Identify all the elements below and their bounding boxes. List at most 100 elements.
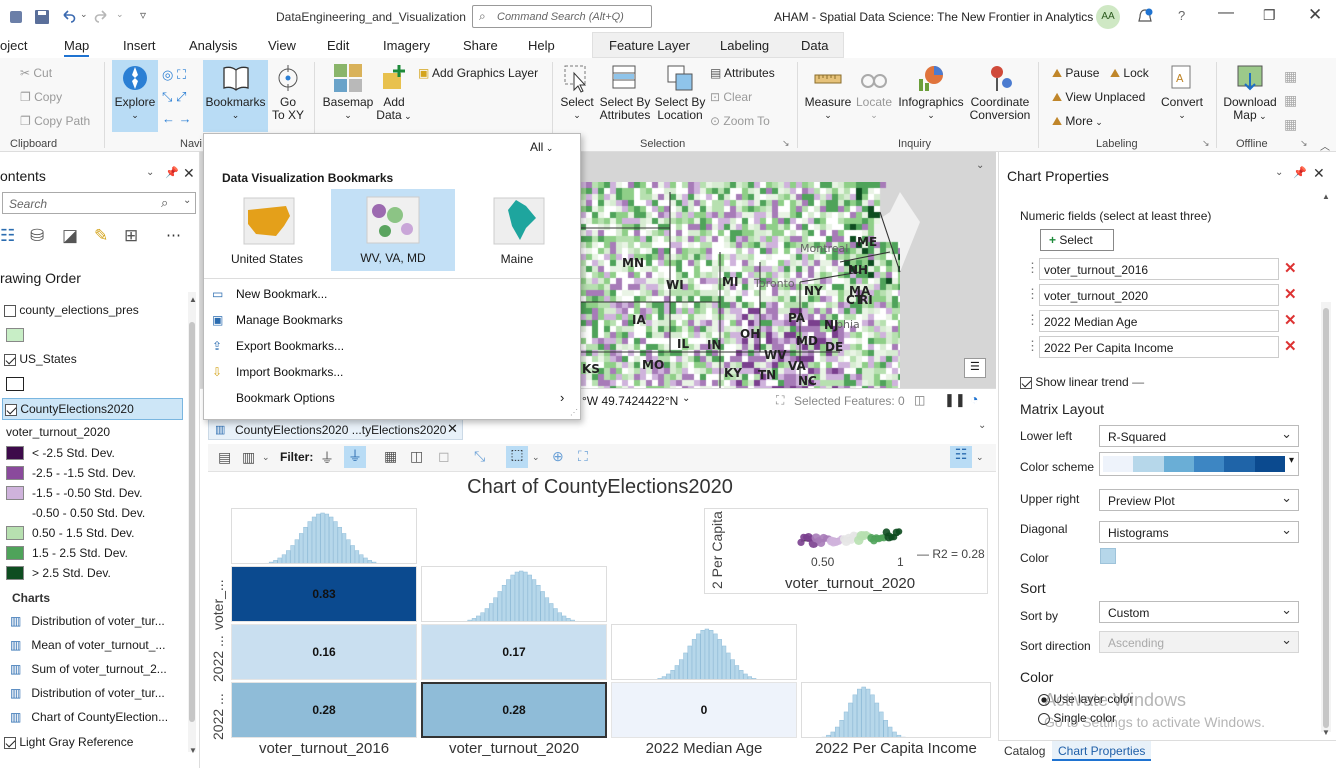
coordinate-format-dropdown-icon[interactable]: ⌄ xyxy=(682,393,690,404)
pause-drawing-icon[interactable]: ❚❚ xyxy=(944,392,966,408)
full-extent-chart-icon[interactable]: ⛶ xyxy=(578,448,588,465)
layer-row[interactable]: county_elections_pres xyxy=(4,303,139,317)
notification-icon[interactable] xyxy=(1136,8,1154,26)
r-squared-cell[interactable]: 0.16 xyxy=(231,624,417,680)
tab-map[interactable]: Map xyxy=(64,38,90,57)
upper-right-select[interactable]: Preview Plot xyxy=(1099,489,1299,511)
scroll-down-icon[interactable]: ▼ xyxy=(189,746,197,755)
legend-swatch[interactable] xyxy=(6,526,24,540)
show-trend-row[interactable]: Show linear trend — xyxy=(1020,375,1144,389)
close-pane-icon[interactable]: ✕ xyxy=(183,165,195,182)
download-map-button[interactable]: Download Map ⌄ xyxy=(1220,60,1280,132)
chart-view-dropdown-icon[interactable]: ⌄ xyxy=(978,420,986,431)
bookmark-united-states[interactable]: United States xyxy=(210,190,324,272)
chart-list-item[interactable]: ▥ Distribution of voter_tur... xyxy=(10,614,165,628)
measure-button[interactable]: Measure ⌄ xyxy=(803,60,853,132)
layer-checkbox[interactable] xyxy=(4,736,16,749)
more-labeling-button[interactable]: ⛰ More ⌄ xyxy=(1052,114,1103,129)
add-chart-icon[interactable]: ▥ xyxy=(242,449,255,466)
scroll-down-icon[interactable]: ▼ xyxy=(1322,728,1330,737)
field-item[interactable]: voter_turnout_2020 xyxy=(1039,284,1279,306)
histogram-voter-turnout-2016[interactable] xyxy=(231,508,417,564)
select-by-attributes-button[interactable]: Select By Attributes xyxy=(597,60,653,132)
list-by-snapping-icon[interactable]: ⊞ xyxy=(124,226,138,246)
scrollbar-thumb[interactable] xyxy=(189,322,195,722)
locate-button[interactable]: Locate ⌄ xyxy=(854,60,894,132)
selection-launcher-icon[interactable]: ↘ xyxy=(782,138,790,149)
overview-icon[interactable]: ☰ xyxy=(964,358,986,378)
cut-button[interactable]: ✂ Cut xyxy=(20,66,52,80)
r-squared-cell[interactable]: 0.17 xyxy=(421,624,607,680)
switch-selection-icon[interactable]: ◫ xyxy=(410,448,423,465)
show-trend-checkbox[interactable] xyxy=(1020,376,1032,389)
color-scheme-select[interactable]: ▾ xyxy=(1099,452,1299,476)
tab-edit[interactable]: Edit xyxy=(327,38,349,53)
remove-field-icon[interactable]: ✕ xyxy=(1284,285,1297,303)
go-to-xy-button[interactable]: Go To XY xyxy=(270,60,306,132)
save-icon[interactable] xyxy=(34,9,50,25)
close-pane-icon[interactable]: ✕ xyxy=(1313,165,1325,182)
legend-swatch[interactable] xyxy=(6,466,24,480)
tab-view[interactable]: View xyxy=(268,38,296,53)
basemap-button[interactable]: Basemap ⌄ xyxy=(320,60,376,132)
minimize-icon[interactable]: — xyxy=(1218,4,1234,22)
sort-direction-select[interactable]: Ascending xyxy=(1099,631,1299,653)
chart-list-item[interactable]: ▥ Mean of voter_turnout_... xyxy=(10,638,165,652)
remove-field-icon[interactable]: ✕ xyxy=(1284,259,1297,277)
select-fields-button[interactable]: + Select xyxy=(1040,229,1114,251)
pane-options-icon[interactable]: ⌄ xyxy=(146,167,154,178)
clear-button[interactable]: ⊡ Clear xyxy=(710,90,752,104)
tab-project[interactable]: oject xyxy=(0,38,27,53)
manage-bookmarks-item[interactable]: ▣ Manage Bookmarks xyxy=(204,312,580,334)
lower-left-select[interactable]: R-Squared xyxy=(1099,425,1299,447)
list-by-editing-icon[interactable]: ✎ xyxy=(94,226,108,246)
infographics-button[interactable]: Infographics ⌄ xyxy=(896,60,966,132)
layer-symbol[interactable] xyxy=(6,328,24,342)
list-by-drawing-order-icon[interactable]: ☷ xyxy=(0,226,15,246)
undo-icon[interactable] xyxy=(60,9,76,25)
layer-checkbox[interactable] xyxy=(4,353,16,366)
properties-scrollbar[interactable] xyxy=(1321,302,1331,732)
scroll-up-icon[interactable]: ▲ xyxy=(189,295,197,304)
list-by-source-icon[interactable]: ⛁ xyxy=(30,226,44,246)
bookmark-filter[interactable]: All ⌄ xyxy=(530,140,553,154)
legend-swatch[interactable] xyxy=(6,486,24,500)
tab-data[interactable]: Data xyxy=(801,38,828,53)
r-squared-cell[interactable]: 0.83 xyxy=(231,566,417,622)
histogram-median-age[interactable] xyxy=(611,624,797,680)
tab-help[interactable]: Help xyxy=(528,38,555,53)
bookmark-options-item[interactable]: Bookmark Options › xyxy=(204,390,580,412)
tab-chart-properties[interactable]: Chart Properties xyxy=(1052,741,1152,761)
user-avatar[interactable]: AA xyxy=(1096,5,1120,29)
lock-labels-button[interactable]: ⛰ Lock xyxy=(1110,66,1149,81)
resize-grip-icon[interactable]: ⋰ xyxy=(570,408,578,417)
select-button[interactable]: Select ⌄ xyxy=(558,60,596,132)
remove-field-icon[interactable]: ✕ xyxy=(1284,337,1297,355)
view-unplaced-button[interactable]: ⛰ View Unplaced xyxy=(1052,90,1145,105)
layer-checkbox[interactable] xyxy=(4,304,16,317)
chart-list-item[interactable]: ▥ Distribution of voter_tur... xyxy=(10,686,165,700)
zoom-to-button[interactable]: ⊙ Zoom To xyxy=(710,114,770,128)
add-chart-dropdown-icon[interactable]: ⌄ xyxy=(262,452,270,463)
chart-properties-icon[interactable]: ▤ xyxy=(218,449,231,466)
field-item[interactable]: 2022 Per Capita Income xyxy=(1039,336,1279,358)
field-item[interactable]: voter_turnout_2016 xyxy=(1039,258,1279,280)
import-bookmarks-item[interactable]: ⇩ Import Bookmarks... xyxy=(204,364,580,386)
coordinate-conversion-button[interactable]: Coordinate Conversion xyxy=(968,60,1032,132)
explore-button[interactable]: Explore ⌄ xyxy=(112,60,158,132)
contents-search-input[interactable]: Search ⌕ ⌄ xyxy=(2,192,196,214)
offline-launcher-icon[interactable]: ↘ xyxy=(1300,138,1308,149)
add-data-button[interactable]: Add Data ⌄ xyxy=(374,60,414,132)
tab-labeling[interactable]: Labeling xyxy=(720,38,769,53)
pause-labels-button[interactable]: ⛰ Pause xyxy=(1052,66,1099,81)
legend-swatch[interactable] xyxy=(6,546,24,560)
tab-analysis[interactable]: Analysis xyxy=(189,38,237,53)
export-bookmarks-item[interactable]: ⇪ Export Bookmarks... xyxy=(204,338,580,360)
filter-selection-icon[interactable]: ⏚ xyxy=(344,446,366,468)
field-item[interactable]: 2022 Median Age xyxy=(1039,310,1279,332)
attributes-button[interactable]: ▤ Attributes xyxy=(710,66,775,80)
command-search-input[interactable]: ⌕ Command Search (Alt+Q) xyxy=(472,5,652,28)
zoom-chart-icon[interactable]: ⊕ xyxy=(552,448,564,465)
drag-handle-icon[interactable]: ⋮ xyxy=(1026,286,1039,302)
layer-checkbox[interactable] xyxy=(5,403,17,416)
